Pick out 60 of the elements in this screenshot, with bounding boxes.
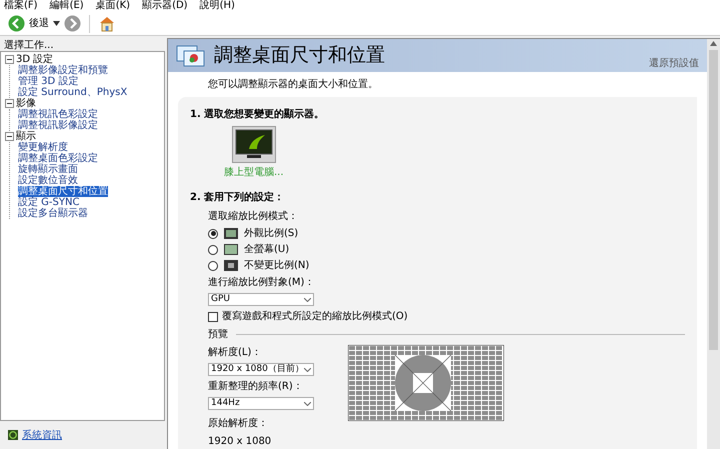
tree-item[interactable]: 設定 G-SYNC [18, 197, 80, 208]
dropdown[interactable]: 144Hz [208, 397, 314, 410]
native-resolution-value: 1920 x 1080 [208, 435, 272, 449]
section-heading: 2. 套用下列的設定： [190, 190, 286, 205]
system-info-link[interactable]: 系統資訊 [22, 428, 62, 442]
radio-button[interactable] [208, 228, 218, 238]
tree-item[interactable]: 設定多台顯示器 [18, 208, 88, 219]
scaling-mode-icon [224, 244, 238, 255]
page-description: 您可以調整顯示器的桌面大小和位置。 [207, 78, 379, 92]
collapse-icon[interactable] [5, 55, 14, 64]
tree-group[interactable]: 影像 [16, 98, 36, 109]
back-button[interactable]: 後退 [8, 15, 49, 32]
tree-item[interactable]: 調整視訊色彩設定 [18, 109, 98, 120]
field-label: 重新整理的頻率(R)： [208, 380, 304, 394]
monitor-icon [234, 128, 273, 160]
radio-button[interactable] [208, 244, 218, 254]
menu-item[interactable]: 顯示器(D) [142, 0, 188, 12]
dropdown[interactable]: 1920 x 1080（目前） [208, 363, 314, 376]
caret-icon[interactable] [53, 21, 60, 26]
restore-defaults-link[interactable]: 還原預設值 [649, 56, 699, 71]
dropdown[interactable]: GPU [208, 293, 314, 306]
tree-item[interactable]: 設定 Surround、PhysX [18, 87, 128, 98]
section-heading: 1. 選取您想要變更的顯示器。 [190, 108, 326, 122]
scrollbar[interactable] [707, 39, 720, 449]
tree-item[interactable]: 管理 3D 設定 [18, 76, 78, 87]
field-label: 選取縮放比例模式： [208, 210, 299, 224]
page-title: 調整桌面尺寸和位置 [214, 43, 385, 68]
radio-label[interactable]: 外觀比例(S) [244, 226, 298, 241]
display-settings-icon [176, 44, 206, 68]
radio-label[interactable]: 不變更比例(N) [244, 258, 310, 273]
menu-item[interactable]: 桌面(K) [96, 0, 130, 12]
tree-item[interactable]: 變更解析度 [18, 142, 68, 153]
tree-group[interactable]: 3D 設定 [16, 54, 54, 65]
tree-item[interactable]: 旋轉顯示畫面 [18, 164, 78, 175]
tree-item[interactable]: 調整視訊影像設定 [18, 120, 98, 131]
tree-group[interactable]: 顯示 [16, 131, 36, 142]
chevron-down-icon [304, 402, 311, 406]
tree-item[interactable]: 調整桌面色彩設定 [18, 153, 98, 164]
scaling-mode-icon [224, 260, 238, 271]
tree-item[interactable]: 調整桌面尺寸和位置 [18, 186, 108, 197]
field-label: 解析度(L)： [208, 346, 262, 360]
field-label: 原始解析度： [208, 416, 269, 431]
radio-label[interactable]: 全螢幕(U) [244, 242, 290, 257]
scroll-up-icon[interactable] [710, 41, 717, 46]
scaling-mode-icon [224, 228, 238, 239]
field-label: 進行縮放比例對象(M)： [208, 276, 316, 290]
home-icon[interactable] [98, 15, 116, 32]
radio-button[interactable] [208, 260, 218, 270]
preview-label: 預覽 [208, 328, 228, 342]
collapse-icon[interactable] [5, 132, 14, 141]
collapse-icon[interactable] [5, 99, 14, 108]
info-icon [8, 430, 18, 440]
override-checkbox[interactable]: 覆寫遊戲和程式所設定的縮放比例模式(O) [208, 309, 685, 324]
menu-item[interactable]: 說明(H) [200, 0, 235, 12]
sidebar-title: 選擇工作... [3, 39, 55, 51]
tree-item[interactable]: 調整影像設定和預覽 [18, 65, 108, 76]
tree-item[interactable]: 設定數位音效 [18, 175, 78, 186]
chevron-down-icon [304, 298, 311, 302]
chevron-down-icon [304, 368, 311, 372]
menu-item[interactable]: 編輯(E) [50, 0, 84, 12]
